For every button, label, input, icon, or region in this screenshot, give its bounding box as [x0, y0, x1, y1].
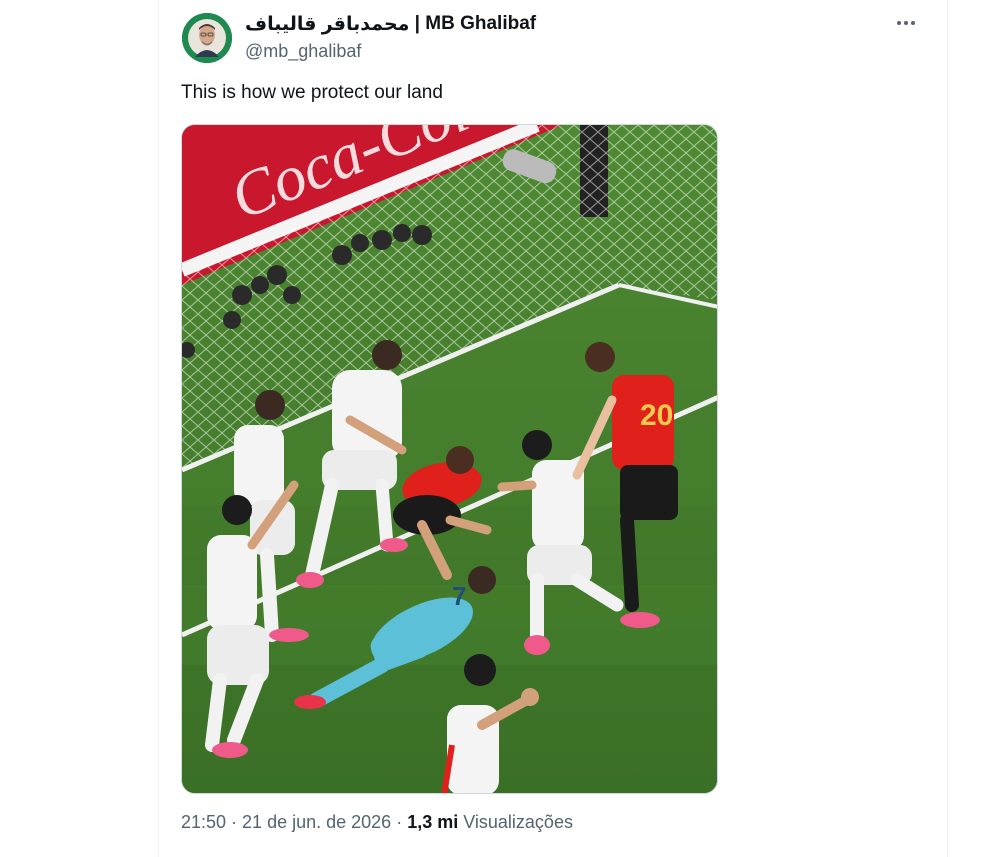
author-name-separator: |	[409, 13, 426, 34]
tweet-text: This is how we protect our land	[181, 82, 443, 103]
author-avatar[interactable]	[182, 13, 232, 63]
more-horizontal-icon-dot	[911, 21, 915, 25]
author-name-arabic: محمدباقر قالیباف	[245, 13, 410, 35]
tweet-photo[interactable]: Coca-Cola 7 20	[181, 124, 718, 794]
page: محمدباقر قالیباف | MB Ghalibaf @mb_ghali…	[0, 0, 984, 857]
views-label: Visualizações	[458, 812, 573, 832]
more-horizontal-icon	[897, 21, 901, 25]
tweet-meta: 21:50 · 21 de jun. de 2026 · 1,3 mi Visu…	[181, 812, 573, 833]
meta-separator: ·	[226, 812, 243, 832]
views-count[interactable]: 1,3 mi	[407, 812, 458, 832]
more-options-button[interactable]	[890, 10, 922, 36]
keeper-number: 7	[452, 581, 466, 611]
author-name-latin: MB Ghalibaf	[425, 13, 537, 34]
football-photo: Coca-Cola 7 20	[182, 125, 717, 793]
author-handle[interactable]: @mb_ghalibaf	[245, 41, 361, 62]
avatar-portrait	[182, 13, 232, 63]
meta-separator: ·	[391, 812, 408, 832]
tweet-date[interactable]: 21 de jun. de 2026	[242, 812, 391, 832]
forward-number: 20	[640, 399, 673, 432]
author-name[interactable]: محمدباقر قالیباف | MB Ghalibaf	[245, 12, 536, 36]
tweet-time[interactable]: 21:50	[181, 812, 226, 832]
more-horizontal-icon-dot	[904, 21, 908, 25]
